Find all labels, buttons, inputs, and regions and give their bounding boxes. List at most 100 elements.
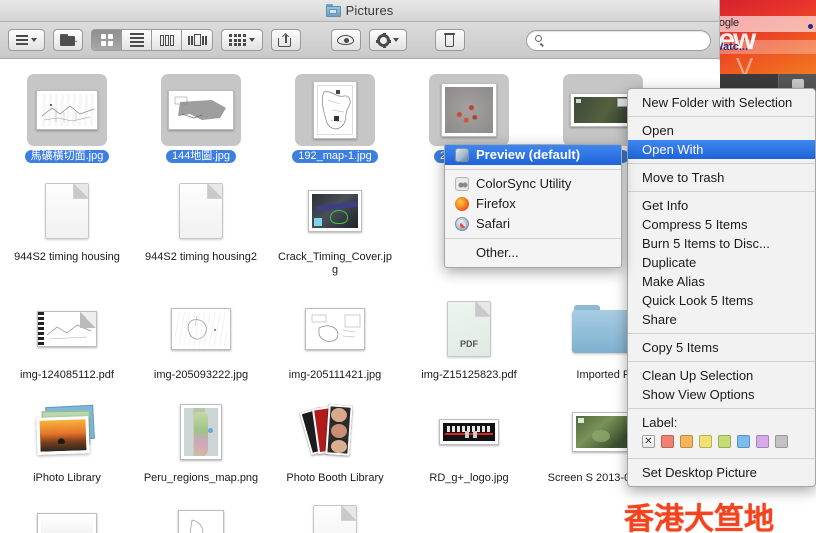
- chevron-down-icon: [248, 38, 255, 42]
- file-item[interactable]: iPhoto Library: [0, 390, 134, 485]
- file-item[interactable]: Peru_regions_map.png: [134, 390, 268, 485]
- menu-separator: [628, 191, 815, 192]
- menu-separator: [628, 333, 815, 334]
- file-item[interactable]: RD_g+_logo.jpg: [402, 390, 536, 485]
- action-menu-button[interactable]: [221, 29, 263, 51]
- label-heading: Label:: [642, 415, 678, 430]
- label-swatch-green[interactable]: [718, 435, 731, 448]
- menu-item-set-desktop-picture[interactable]: Set Desktop Picture: [628, 463, 815, 482]
- file-label: Peru_regions_map.png: [143, 472, 259, 484]
- file-label: 944S2 timing housing: [14, 251, 120, 263]
- view-list-button[interactable]: [122, 30, 152, 50]
- file-label: 944S2 timing housing2: [145, 251, 257, 263]
- view-column-button[interactable]: [152, 30, 182, 50]
- submenu-item-preview-default[interactable]: Preview (default): [445, 145, 621, 165]
- file-label: 馬礦橫切面.jpg: [24, 150, 110, 163]
- file-thumbnail: [295, 175, 375, 247]
- file-thumbnail: [295, 497, 375, 533]
- submenu-item-colorsync-utility[interactable]: ColorSync Utility: [445, 174, 621, 194]
- file-item[interactable]: 944S2 timing housing2: [134, 169, 268, 277]
- background-dot: [808, 24, 813, 29]
- menu-item-compress[interactable]: Compress 5 Items: [628, 215, 815, 234]
- delete-button[interactable]: [434, 29, 465, 51]
- search-field[interactable]: [526, 29, 711, 51]
- menu-separator: [445, 169, 621, 170]
- file-item[interactable]: img-205093222.jpg: [134, 287, 268, 382]
- file-item[interactable]: PDF img-Z15125823.pdf: [402, 287, 536, 382]
- file-thumbnail: [161, 396, 241, 468]
- menu-item-get-info[interactable]: Get Info: [628, 196, 815, 215]
- file-item[interactable]: [268, 491, 402, 533]
- pdf-document-icon: PDF: [447, 301, 491, 357]
- file-label: img-124085112.pdf: [20, 369, 114, 381]
- file-item[interactable]: [134, 491, 268, 533]
- generic-document-icon: [313, 505, 357, 533]
- file-item[interactable]: 944S2 timing housing: [0, 169, 134, 277]
- label-swatch-gray[interactable]: [775, 435, 788, 448]
- window-titlebar[interactable]: Pictures: [0, 0, 719, 22]
- label-swatch-yellow[interactable]: [699, 435, 712, 448]
- pdf-badge-text: PDF: [460, 339, 478, 349]
- label-swatch-blue[interactable]: [737, 435, 750, 448]
- gear-menu-button[interactable]: [368, 29, 407, 51]
- thumb-sketch: [187, 315, 216, 340]
- menu-item-quick-look[interactable]: Quick Look 5 Items: [628, 291, 815, 310]
- file-thumbnail: [295, 293, 375, 365]
- menu-item-open[interactable]: Open: [628, 121, 815, 140]
- menu-item-share[interactable]: Share: [628, 310, 815, 329]
- file-item[interactable]: Photo Booth Library: [268, 390, 402, 485]
- file-label: 144地圖.jpg: [165, 150, 237, 163]
- file-item[interactable]: 144地圖.jpg: [134, 68, 268, 163]
- label-swatch-red[interactable]: [661, 435, 674, 448]
- view-mode-segmented-control[interactable]: [91, 29, 213, 51]
- file-label: Crack_Timing_Cover.jpg: [278, 251, 392, 276]
- file-label: img-205111421.jpg: [288, 369, 382, 381]
- menu-item-copy[interactable]: Copy 5 Items: [628, 338, 815, 357]
- file-item[interactable]: [0, 491, 134, 533]
- file-item[interactable]: img-124085112.pdf: [0, 287, 134, 382]
- menu-item-show-view-options[interactable]: Show View Options: [628, 385, 815, 404]
- safari-app-icon: [455, 217, 469, 231]
- view-icon-button[interactable]: [92, 30, 122, 50]
- arrange-button[interactable]: [8, 29, 45, 51]
- label-swatch-none[interactable]: ✕: [642, 435, 655, 448]
- file-thumbnail: [161, 175, 241, 247]
- submenu-item-other[interactable]: Other...: [445, 243, 621, 263]
- file-item[interactable]: 馬礦橫切面.jpg: [0, 68, 134, 163]
- label-color-swatches[interactable]: ✕: [628, 432, 815, 454]
- label-swatch-purple[interactable]: [756, 435, 769, 448]
- file-thumbnail: [27, 74, 107, 146]
- menu-item-make-alias[interactable]: Make Alias: [628, 272, 815, 291]
- menu-item-clean-up-selection[interactable]: Clean Up Selection: [628, 366, 815, 385]
- submenu-item-safari[interactable]: Safari: [445, 214, 621, 234]
- file-item[interactable]: Crack_Timing_Cover.jpg: [268, 169, 402, 277]
- file-thumbnail: [27, 396, 107, 468]
- share-button[interactable]: [270, 29, 301, 51]
- view-coverflow-button[interactable]: [182, 30, 212, 50]
- window-title: Pictures: [345, 3, 394, 18]
- search-input[interactable]: [549, 34, 702, 46]
- background-v-glyph: V: [736, 52, 754, 74]
- menu-item-duplicate[interactable]: Duplicate: [628, 253, 815, 272]
- submenu-item-firefox[interactable]: Firefox: [445, 194, 621, 214]
- quick-look-button[interactable]: [330, 29, 361, 51]
- background-browser-page: oogle iew Watc... V: [710, 0, 816, 74]
- context-menu[interactable]: New Folder with Selection Open Open With…: [627, 88, 816, 487]
- file-label: iPhoto Library: [33, 472, 101, 484]
- eye-icon: [337, 35, 354, 45]
- trash-icon: [443, 33, 456, 47]
- menu-item-open-with[interactable]: Open With: [628, 140, 815, 159]
- menu-item-move-to-trash[interactable]: Move to Trash: [628, 168, 815, 187]
- file-item[interactable]: 192_map-1.jpg: [268, 68, 402, 163]
- menu-item-burn-to-disc[interactable]: Burn 5 Items to Disc...: [628, 234, 815, 253]
- new-folder-button[interactable]: +: [53, 29, 83, 51]
- thumb-map: [174, 96, 226, 120]
- menu-item-new-folder-with-selection[interactable]: New Folder with Selection: [628, 93, 815, 112]
- file-thumbnail: PDF: [429, 293, 509, 365]
- file-item[interactable]: img-205111421.jpg: [268, 287, 402, 382]
- open-with-submenu[interactable]: Preview (default) ColorSync Utility Fire…: [444, 144, 622, 268]
- file-thumbnail: [161, 497, 241, 533]
- firefox-app-icon: [455, 197, 469, 211]
- label-swatch-orange[interactable]: [680, 435, 693, 448]
- grid-action-icon: [229, 34, 246, 46]
